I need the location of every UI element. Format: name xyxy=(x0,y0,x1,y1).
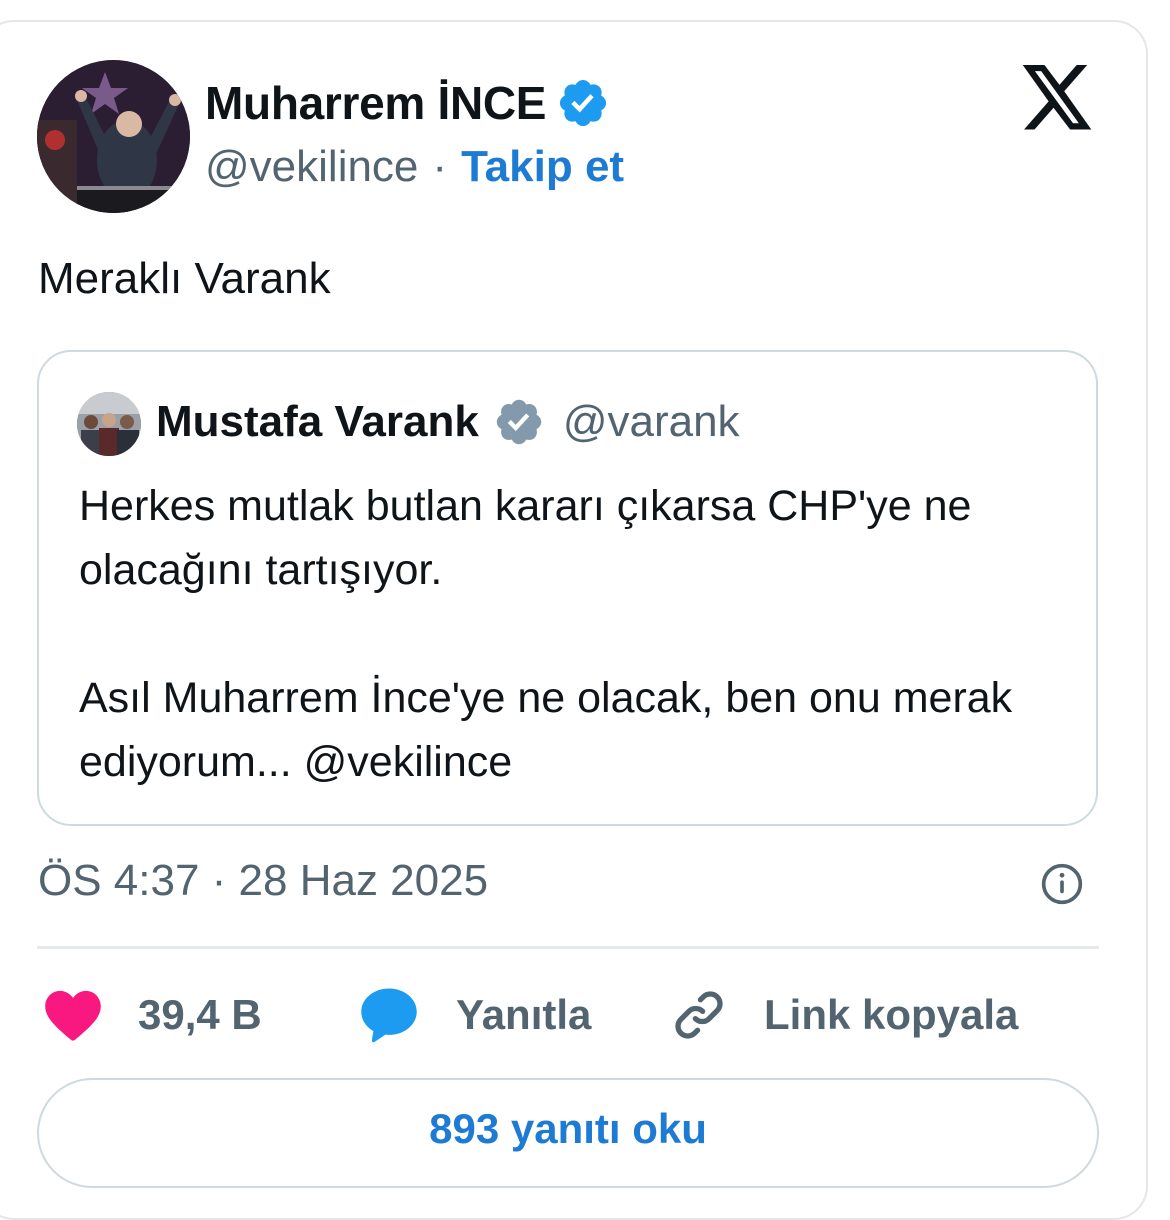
verified-badge-grey-icon xyxy=(496,399,542,445)
follow-button[interactable]: Takip et xyxy=(461,142,624,191)
quoted-tweet-text: Herkes mutlak butlan kararı çıkarsa CHP'… xyxy=(79,482,1013,786)
read-replies-label: 893 yanıtı oku xyxy=(429,1105,707,1152)
reply-button[interactable]: Yanıtla xyxy=(358,985,591,1045)
divider xyxy=(37,946,1099,949)
quoted-author-name-row: Mustafa Varank @varank xyxy=(156,396,740,448)
speech-bubble-icon xyxy=(361,988,417,1043)
copy-link-button[interactable]: Link kopyala xyxy=(670,985,1018,1045)
action-bar: 39,4 B Yanıtla Link kopyala xyxy=(0,985,1170,1045)
link-icon xyxy=(675,991,723,1039)
copy-link-label: Link kopyala xyxy=(764,991,1019,1038)
author-name-text[interactable]: Muharrem İNCE xyxy=(205,76,546,130)
info-icon[interactable] xyxy=(1040,862,1084,906)
tweet-text: Meraklı Varank xyxy=(38,254,331,303)
author-avatar-photo xyxy=(37,60,190,213)
like-count: 39,4 B xyxy=(138,991,262,1038)
quoted-author-name[interactable]: Mustafa Varank xyxy=(156,397,479,447)
x-logo-icon[interactable] xyxy=(1022,64,1094,132)
read-replies-button[interactable]: 893 yanıtı oku xyxy=(37,1078,1099,1188)
quoted-tweet[interactable]: Mustafa Varank @varank Herkes mutlak but… xyxy=(37,350,1098,826)
heart-icon xyxy=(45,990,101,1041)
tweet-timestamp[interactable]: ÖS 4:37 · 28 Haz 2025 xyxy=(38,856,488,906)
author-handle-row: @vekilince · Takip et xyxy=(205,142,624,192)
quoted-author-handle[interactable]: @varank xyxy=(563,397,740,447)
author-handle[interactable]: @vekilince xyxy=(205,142,418,191)
separator-dot: · xyxy=(432,142,448,191)
author-avatar[interactable] xyxy=(37,60,190,213)
reply-label: Yanıtla xyxy=(456,991,592,1038)
author-name[interactable]: Muharrem İNCE xyxy=(205,76,610,130)
verified-badge-icon xyxy=(560,79,607,127)
quoted-author-avatar[interactable] xyxy=(77,392,141,456)
quoted-avatar-photo xyxy=(77,392,141,456)
like-button[interactable]: 39,4 B xyxy=(44,985,262,1045)
